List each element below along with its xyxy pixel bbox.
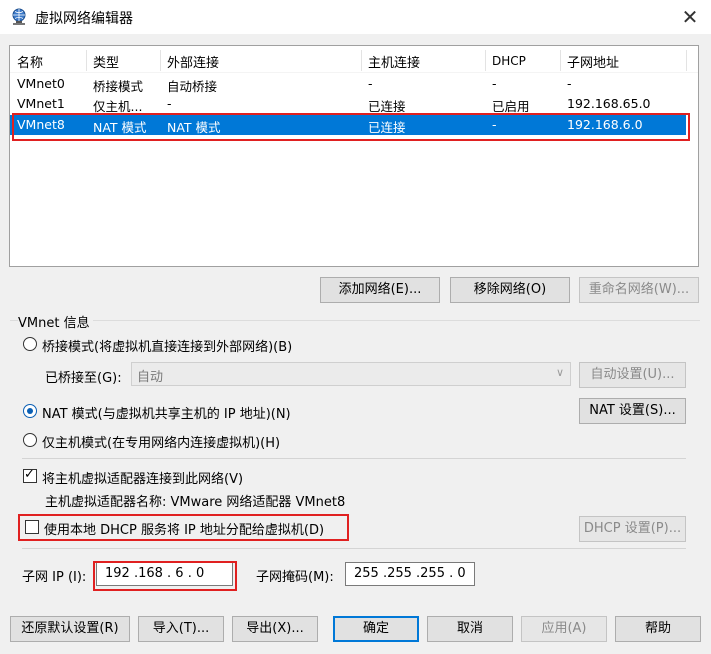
nat-mode-radio[interactable] (23, 404, 37, 418)
subnet-ip-highlight-box (93, 561, 237, 591)
subnet-mask-value: 255 .255 .255 . 0 (354, 566, 466, 581)
cell-subnet: - (567, 76, 572, 91)
remove-network-button[interactable]: 移除网络(O) (450, 277, 570, 303)
column-header-name[interactable]: 名称 (17, 52, 43, 71)
cell-external: 自动桥接 (167, 79, 218, 94)
header-divider (10, 72, 698, 73)
adapter-name-text: 主机虚拟适配器名称: VMware 网络适配器 VMnet8 (45, 495, 346, 510)
chevron-down-icon: ∨ (555, 366, 564, 379)
import-button[interactable]: 导入(T)... (138, 616, 224, 642)
add-network-button[interactable]: 添加网络(E)... (320, 277, 440, 303)
bridged-to-label: 已桥接至(G): (45, 371, 122, 386)
bridge-mode-label[interactable]: 桥接模式(将虚拟机直接连接到外部网络)(B) (42, 336, 292, 355)
column-separator (361, 50, 362, 71)
cancel-button[interactable]: 取消 (427, 616, 513, 642)
table-row[interactable]: VMnet0 桥接模式 自动桥接 - - - (10, 74, 686, 94)
separator (22, 458, 686, 459)
ok-button[interactable]: 确定 (333, 616, 419, 642)
cell-type: 桥接模式 (93, 79, 144, 94)
virtual-network-icon (12, 8, 26, 25)
column-header-external[interactable]: 外部连接 (167, 52, 219, 71)
bridged-to-value: 自动 (137, 370, 164, 385)
subnet-ip-label: 子网 IP (I): (22, 570, 87, 585)
checkmark-icon: ✓ (24, 467, 35, 482)
column-header-dhcp[interactable]: DHCP (492, 54, 526, 68)
cell-dhcp: - (492, 76, 497, 91)
column-header-host[interactable]: 主机连接 (368, 52, 420, 71)
cell-name: VMnet1 (17, 96, 65, 111)
bridge-mode-radio[interactable] (23, 337, 37, 351)
row-highlight-box (12, 113, 690, 141)
column-header-subnet[interactable]: 子网地址 (567, 52, 619, 71)
cell-subnet: 192.168.65.0 (567, 96, 651, 111)
column-separator (485, 50, 486, 71)
column-separator (686, 50, 687, 71)
help-button[interactable]: 帮助 (615, 616, 701, 642)
cell-name: VMnet0 (17, 76, 65, 91)
table-row[interactable]: VMnet1 仅主机... - 已连接 已启用 192.168.65.0 (10, 94, 686, 114)
vmnet-info-label: VMnet 信息 (18, 312, 93, 331)
close-icon[interactable]: ✕ (678, 5, 702, 29)
nat-mode-label[interactable]: NAT 模式(与虚拟机共享主机的 IP 地址)(N) (42, 403, 291, 422)
export-button[interactable]: 导出(X)... (232, 616, 318, 642)
subnet-mask-label: 子网掩码(M): (256, 570, 334, 585)
window-title: 虚拟网络编辑器 (35, 11, 133, 27)
rename-network-button[interactable]: 重命名网络(W)... (579, 277, 699, 303)
dhcp-highlight-box (18, 514, 349, 541)
subnet-mask-input[interactable]: 255 .255 .255 . 0 (345, 562, 475, 586)
auto-settings-button[interactable]: 自动设置(U)... (579, 362, 686, 388)
host-only-radio[interactable] (23, 433, 37, 447)
column-separator (86, 50, 87, 71)
column-separator (560, 50, 561, 71)
dhcp-settings-button[interactable]: DHCP 设置(P)... (579, 516, 686, 542)
apply-button[interactable]: 应用(A) (521, 616, 607, 642)
separator (22, 548, 686, 549)
connect-adapter-checkbox[interactable]: ✓ (23, 467, 37, 483)
cell-external: - (167, 96, 172, 111)
cell-host: - (368, 76, 373, 91)
column-separator (160, 50, 161, 71)
restore-defaults-button[interactable]: 还原默认设置(R) (10, 616, 130, 642)
connect-adapter-label[interactable]: 将主机虚拟适配器连接到此网络(V) (42, 468, 243, 487)
host-only-label[interactable]: 仅主机模式(在专用网络内连接虚拟机)(H) (42, 432, 280, 451)
column-header-type[interactable]: 类型 (93, 52, 119, 71)
bridged-to-select[interactable]: 自动 ∨ (131, 362, 571, 386)
nat-settings-button[interactable]: NAT 设置(S)... (579, 398, 686, 424)
